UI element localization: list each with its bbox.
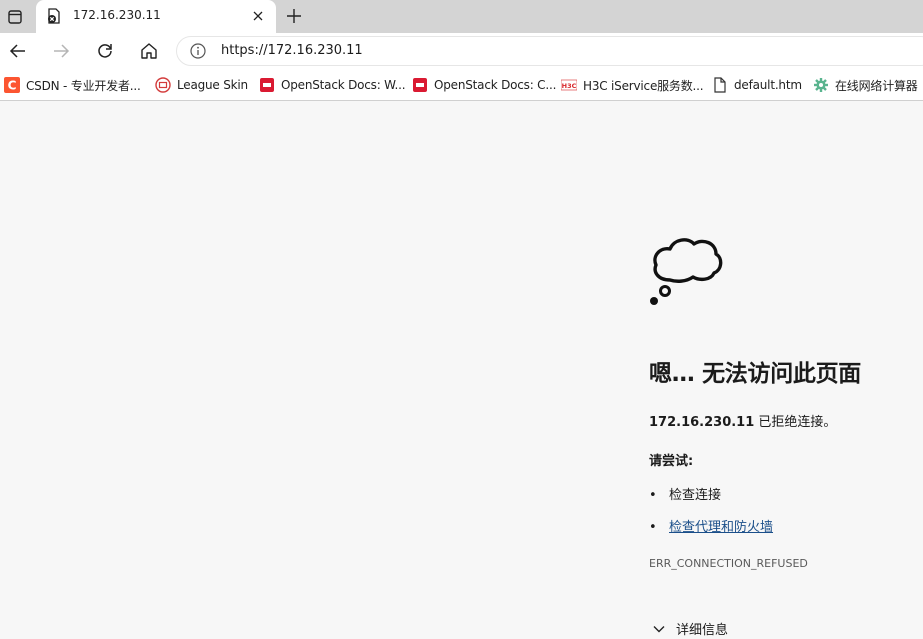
broken-page-icon — [46, 8, 62, 24]
bookmark-network-calculator[interactable]: 在线网络计算器 — [813, 76, 918, 94]
address-bar[interactable]: https://172.16.230.11 — [176, 36, 923, 66]
plus-icon — [287, 9, 301, 23]
details-label: 详细信息 — [676, 623, 729, 638]
error-headline: 嗯… 无法访问此页面 — [649, 361, 862, 387]
home-icon — [141, 43, 157, 59]
document-icon — [712, 77, 728, 93]
chevron-down-icon — [653, 625, 665, 632]
svg-text:C: C — [8, 79, 17, 93]
back-button[interactable] — [4, 37, 32, 65]
refused-text: 已拒绝连接。 — [754, 415, 837, 430]
toolbar: https://172.16.230.11 — [0, 33, 923, 69]
h3c-icon: H3C — [561, 77, 577, 93]
new-tab-button[interactable] — [282, 4, 306, 28]
bookmarks-bar: C CSDN - 专业开发者... League Skin OpenStack … — [0, 69, 923, 101]
tab-strip: 172.16.230.11 — [0, 0, 923, 33]
bookmark-h3c[interactable]: H3C H3C iService服务数... — [561, 76, 704, 94]
suggestion-text: 检查连接 — [669, 488, 722, 503]
suggestion-check-connection: • 检查连接 — [649, 488, 722, 503]
refresh-icon — [98, 44, 112, 58]
openstack-icon — [259, 77, 275, 93]
openstack-icon — [412, 77, 428, 93]
host-address: 172.16.230.11 — [649, 415, 755, 430]
svg-text:H3C: H3C — [562, 82, 577, 90]
error-code: ERR_CONNECTION_REFUSED — [649, 557, 808, 570]
connection-refused-message: 172.16.230.11 已拒绝连接。 — [649, 411, 836, 430]
details-button[interactable]: 详细信息 — [652, 619, 728, 638]
back-arrow-icon — [9, 44, 25, 58]
refresh-button[interactable] — [91, 37, 119, 65]
bookmark-default-htm[interactable]: default.htm — [712, 76, 802, 94]
check-proxy-link[interactable]: 检查代理和防火墙 — [669, 520, 773, 535]
league-skin-icon — [155, 77, 171, 93]
tab-actions-icon[interactable] — [0, 0, 30, 33]
active-tab[interactable]: 172.16.230.11 — [36, 0, 276, 33]
url-text[interactable]: https://172.16.230.11 — [221, 43, 363, 58]
home-button[interactable] — [135, 37, 163, 65]
bookmark-league-skin[interactable]: League Skin — [155, 76, 248, 94]
thought-cloud-icon — [648, 234, 724, 308]
csdn-icon: C — [4, 77, 20, 93]
bookmark-csdn[interactable]: C CSDN - 专业开发者... — [4, 76, 141, 94]
bookmark-openstack-c[interactable]: OpenStack Docs: C... — [412, 76, 556, 94]
close-icon[interactable] — [248, 6, 268, 26]
tab-title: 172.16.230.11 — [73, 8, 161, 22]
gear-icon — [813, 77, 829, 93]
info-icon[interactable] — [190, 43, 206, 59]
forward-button[interactable] — [47, 37, 75, 65]
bookmark-openstack-w[interactable]: OpenStack Docs: W... — [259, 76, 406, 94]
forward-arrow-icon — [54, 44, 70, 58]
try-label: 请尝试: — [649, 454, 694, 469]
suggestion-check-proxy[interactable]: • 检查代理和防火墙 — [649, 516, 773, 535]
